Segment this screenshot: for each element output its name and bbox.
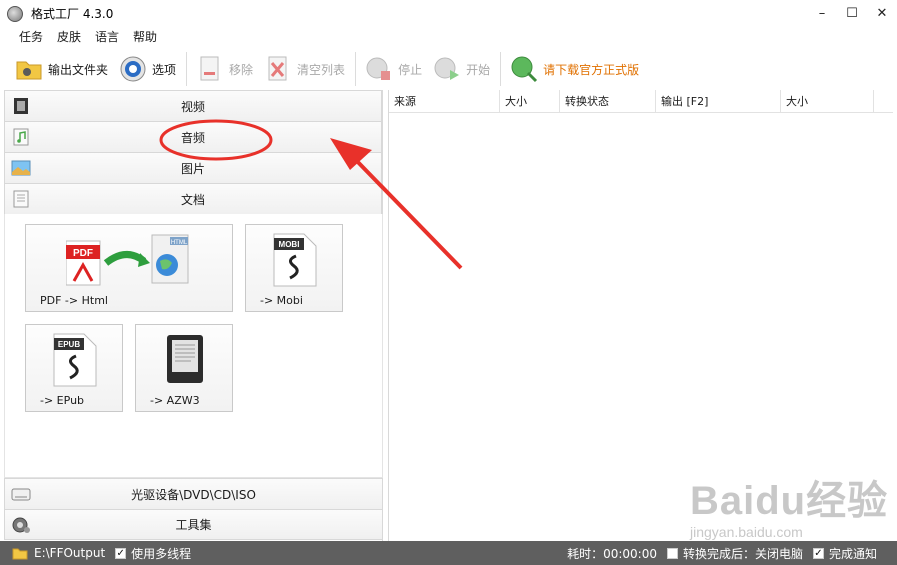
menu-help[interactable]: 帮助 <box>126 28 164 45</box>
toolbar-divider <box>500 52 502 86</box>
download-official-link[interactable]: 请下载官方正式版 <box>509 51 639 87</box>
pdf-to-html-icon: PDF HTML <box>66 234 189 286</box>
remove-button[interactable]: 移除 <box>195 51 253 87</box>
after-convert-label: 转换完成后：关闭电脑 <box>682 546 803 561</box>
multithread-label: 使用多线程 <box>131 546 192 561</box>
ereader-icon <box>167 335 203 383</box>
remove-document-icon <box>200 56 219 81</box>
category-rom-device-label: 光驱设备\DVD\CD\ISO <box>131 487 256 502</box>
disc-drive-icon <box>11 488 31 501</box>
output-folder-label: 输出文件夹 <box>48 62 109 77</box>
document-tiles: PDF HTML PDF -> Html MOBI -> Mobi EPUB -… <box>4 214 383 478</box>
tile-to-epub[interactable]: EPUB -> EPub <box>25 324 123 412</box>
after-convert-option[interactable]: 转换完成后：关闭电脑 <box>666 545 803 562</box>
notify-checkbox[interactable]: ✓ <box>812 547 824 559</box>
tile-to-azw3[interactable]: -> AZW3 <box>135 324 233 412</box>
notify-label: 完成通知 <box>828 546 877 561</box>
category-image-label: 图片 <box>180 161 205 176</box>
category-document[interactable]: 文档 <box>4 183 382 214</box>
download-official-label: 请下载官方正式版 <box>543 62 640 77</box>
category-image[interactable]: 图片 <box>4 152 382 183</box>
tile-to-mobi-label: -> Mobi <box>260 294 303 307</box>
start-icon <box>434 57 460 80</box>
stop-label: 停止 <box>398 62 423 77</box>
output-folder-button[interactable]: 输出文件夹 <box>14 51 108 87</box>
menu-skin[interactable]: 皮肤 <box>50 28 88 45</box>
options-gear-icon <box>120 56 146 82</box>
multithread-checkbox[interactable]: ✓ <box>115 547 127 559</box>
start-button[interactable]: 开始 <box>432 51 490 87</box>
notify-option[interactable]: ✓ 完成通知 <box>812 545 877 562</box>
tile-to-azw3-label: -> AZW3 <box>150 394 200 407</box>
tile-to-epub-label: -> EPub <box>40 394 85 407</box>
folder-icon <box>16 61 42 80</box>
tile-to-mobi[interactable]: MOBI -> Mobi <box>245 224 343 312</box>
maximize-icon[interactable]: ☐ <box>837 0 867 27</box>
column-output-size[interactable]: 大小 <box>781 90 874 113</box>
window-controls: – ☐ ✕ <box>807 0 897 27</box>
toolbar-divider <box>355 52 357 86</box>
status-right: 耗时：00:00:00 转换完成后：关闭电脑 ✓ 完成通知 <box>567 541 877 565</box>
output-path-link[interactable]: E:\FFOutput <box>34 546 105 560</box>
stop-button[interactable]: 停止 <box>364 51 422 87</box>
category-document-label: 文档 <box>180 192 205 207</box>
stop-icon <box>366 57 391 80</box>
category-rom-device[interactable]: 光驱设备\DVD\CD\ISO <box>4 478 383 509</box>
baidu-watermark: Baidu经验 jingyan.baidu.com <box>690 468 888 540</box>
close-icon[interactable]: ✕ <box>867 0 897 27</box>
mobi-badge-text: MOBI <box>279 240 300 249</box>
column-status[interactable]: 转换状态 <box>560 90 656 113</box>
watermark-brand: Baidu经验 <box>690 479 889 523</box>
tile-pdf-to-html[interactable]: PDF HTML PDF -> Html <box>25 224 233 312</box>
download-globe-icon <box>511 56 538 83</box>
status-bar: E:\FFOutput ✓ 使用多线程 耗时：00:00:00 转换完成后：关闭… <box>0 541 897 565</box>
category-panel: 视频 音频 图片 文档 PDF HTML PDF -> Html MOBI ->… <box>4 90 383 541</box>
menu-tasks[interactable]: 任务 <box>12 28 50 45</box>
category-video[interactable]: 视频 <box>4 90 382 121</box>
category-audio-label: 音频 <box>180 130 205 145</box>
pdf-badge-text: PDF <box>73 248 93 259</box>
minimize-icon[interactable]: – <box>807 0 837 27</box>
multithread-option[interactable]: ✓ 使用多线程 <box>115 545 191 562</box>
picture-icon <box>11 160 31 176</box>
output-folder-icon <box>12 548 28 560</box>
document-icon <box>13 190 29 208</box>
start-label: 开始 <box>466 62 491 77</box>
elapsed-time: 耗时：00:00:00 <box>567 546 657 561</box>
column-output[interactable]: 输出 [F2] <box>656 90 781 113</box>
tools-gear-icon <box>12 517 30 533</box>
tile-pdf-to-html-label: PDF -> Html <box>40 294 108 307</box>
title-bar: 格式工厂 4.3.0 – ☐ ✕ <box>0 0 897 27</box>
clear-list-label: 清空列表 <box>297 62 346 77</box>
music-note-icon <box>13 128 29 146</box>
column-size[interactable]: 大小 <box>500 90 560 113</box>
menu-bar: 任务 皮肤 语言 帮助 <box>0 27 897 46</box>
category-video-label: 视频 <box>180 99 205 114</box>
clear-list-icon <box>268 56 287 81</box>
after-convert-checkbox[interactable] <box>666 547 678 559</box>
html-badge-text: HTML <box>171 240 188 246</box>
bottom-categories: 光驱设备\DVD\CD\ISO 工具集 <box>4 478 383 540</box>
options-button[interactable]: 选项 <box>118 51 176 87</box>
mobi-file-icon: MOBI <box>273 233 317 287</box>
remove-label: 移除 <box>229 62 254 77</box>
task-list-header: 来源 大小 转换状态 输出 [F2] 大小 <box>389 90 893 113</box>
toolbar-divider <box>186 52 188 86</box>
epub-badge-text: EPUB <box>58 340 80 349</box>
clear-list-button[interactable]: 清空列表 <box>263 51 345 87</box>
options-label: 选项 <box>152 62 177 77</box>
window-title: 格式工厂 4.3.0 <box>31 7 114 21</box>
category-audio[interactable]: 音频 <box>4 121 382 152</box>
menu-language[interactable]: 语言 <box>88 28 126 45</box>
app-logo-icon <box>7 5 23 22</box>
output-path-text: E:\FFOutput <box>34 546 106 560</box>
category-tools[interactable]: 工具集 <box>4 509 383 540</box>
epub-file-icon: EPUB <box>53 333 97 387</box>
column-source[interactable]: 来源 <box>389 90 500 113</box>
toolbar: 输出文件夹 选项 移除 清空列表 停止 开始 请下载官方正式版 <box>0 48 897 90</box>
watermark-url: jingyan.baidu.com <box>690 524 803 540</box>
category-tools-label: 工具集 <box>175 518 212 532</box>
film-icon <box>14 98 28 114</box>
